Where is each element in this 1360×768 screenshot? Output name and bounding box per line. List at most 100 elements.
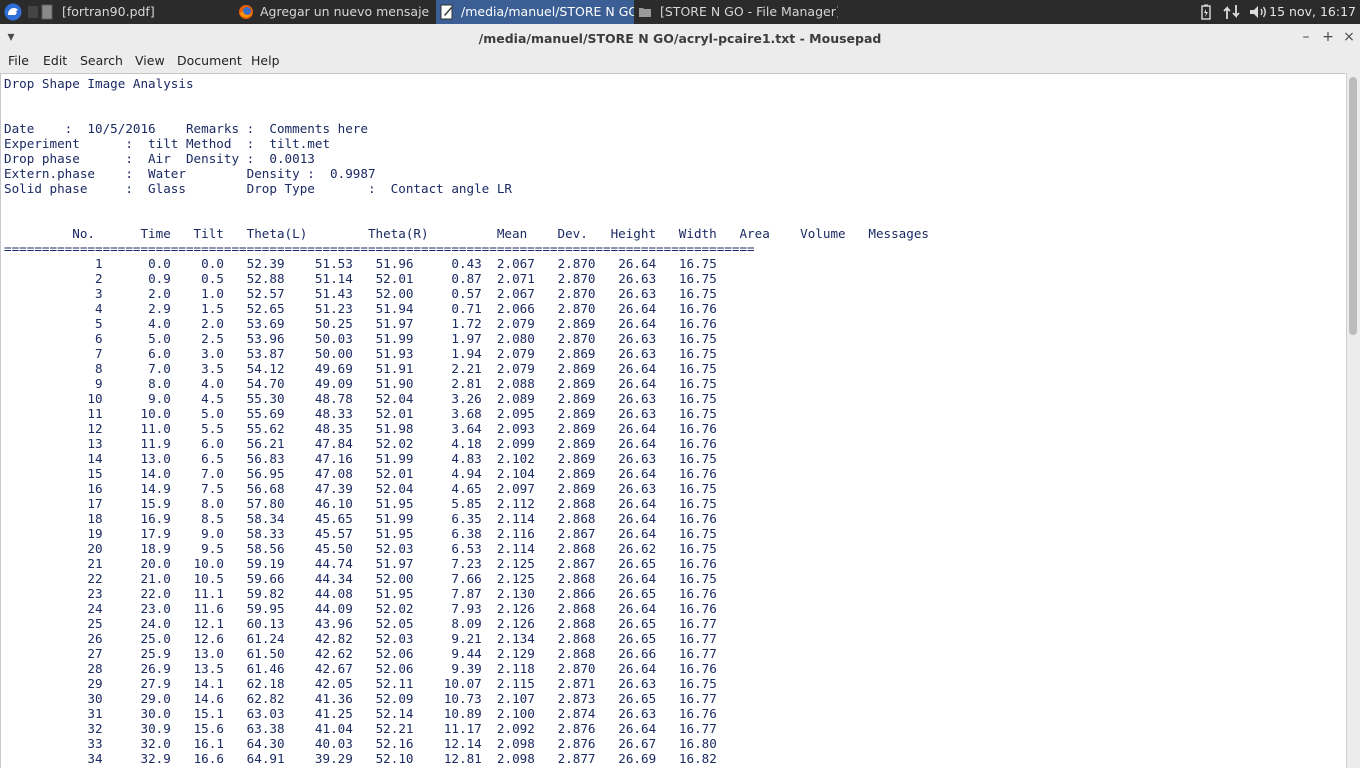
task-file-manager[interactable]: [STORE N GO - File Manager]: [638, 0, 838, 24]
table-cell: 4.0: [170, 376, 224, 391]
table-cell: 51.95: [352, 496, 414, 511]
table-cell: 16.76: [656, 706, 717, 721]
table-cell: 2.869: [534, 421, 596, 436]
table-cell: 52.01: [352, 466, 414, 481]
table-cell: 48.78: [284, 391, 353, 406]
table-row: 29 27.9 14.1 62.18 42.05 52.11 10.07 2.1…: [4, 676, 716, 691]
table-cell: 2.867: [534, 556, 596, 571]
menu-edit[interactable]: Edit: [43, 51, 67, 71]
header-line: No. Time Tilt Theta(L) Theta(R) Mean Dev…: [4, 226, 930, 241]
table-cell: 26.63: [595, 451, 657, 466]
table-cell: 17.9: [102, 526, 171, 541]
table-cell: 45.65: [284, 511, 353, 526]
task-label: [STORE N GO - File Manager]: [660, 4, 838, 19]
table-cell: 2.870: [534, 286, 596, 301]
table-row: 15 14.0 7.0 56.95 47.08 52.01 4.94 2.104…: [4, 466, 717, 481]
maximize-icon[interactable]: +: [1321, 30, 1335, 44]
table-cell: 51.95: [352, 526, 414, 541]
table-cell: 58.33: [223, 526, 285, 541]
table-cell: 3.5: [170, 361, 224, 376]
table-row: 28 26.9 13.5 61.46 42.67 52.06 9.39 2.11…: [4, 661, 716, 676]
menu-help[interactable]: Help: [251, 51, 280, 71]
table-cell: 2.112: [481, 496, 535, 511]
text-editor-area[interactable]: Drop Shape Image Analysis Date : 10/5/20…: [0, 73, 1346, 768]
task-mousepad[interactable]: /media/manuel/STORE N GO...: [436, 0, 634, 24]
table-cell: 39.29: [284, 751, 353, 766]
menu-file[interactable]: File: [8, 51, 29, 71]
table-cell: 2.118: [481, 661, 535, 676]
table-cell: 52.10: [352, 751, 414, 766]
table-cell: 2.115: [481, 676, 535, 691]
table-cell: 10.07: [413, 676, 482, 691]
table-cell: 53.96: [223, 331, 285, 346]
table-cell: 11.1: [170, 586, 224, 601]
table-cell: 16.75: [656, 256, 717, 271]
table-cell: 16.75: [656, 496, 717, 511]
menu-search[interactable]: Search: [80, 51, 123, 71]
table-cell: 2.868: [534, 601, 596, 616]
table-cell: 41.04: [284, 721, 353, 736]
scrollbar-thumb[interactable]: [1349, 77, 1357, 335]
table-cell: 1.94: [413, 346, 482, 361]
clock[interactable]: 15 nov, 16:17: [1269, 0, 1356, 24]
table-cell: 4.5: [170, 391, 224, 406]
table-cell: 51.43: [284, 286, 353, 301]
table-cell: 34: [4, 751, 103, 766]
network-icon[interactable]: [1222, 4, 1242, 20]
table-cell: 13.5: [170, 661, 224, 676]
vertical-scrollbar[interactable]: [1346, 73, 1360, 768]
table-cell: 3.64: [413, 421, 482, 436]
table-cell: 26.63: [595, 346, 657, 361]
table-cell: 52.21: [352, 721, 414, 736]
table-cell: 2.079: [481, 316, 535, 331]
table-cell: 26.64: [595, 661, 657, 676]
battery-icon[interactable]: [1200, 4, 1212, 20]
table-cell: 52.06: [352, 646, 414, 661]
table-cell: 51.95: [352, 586, 414, 601]
table-cell: 2.868: [534, 541, 596, 556]
table-cell: 16.76: [656, 466, 717, 481]
table-cell: 8: [4, 361, 103, 376]
table-cell: 2.869: [534, 391, 596, 406]
table-cell: 33: [4, 736, 103, 751]
table-cell: 4.83: [413, 451, 482, 466]
volume-icon[interactable]: [1248, 4, 1270, 20]
table-cell: 32: [4, 721, 103, 736]
task-fortran90-pdf[interactable]: [fortran90.pdf]: [40, 0, 230, 24]
minimize-icon[interactable]: –: [1299, 30, 1313, 44]
close-icon[interactable]: ×: [1342, 30, 1356, 44]
table-cell: 2.868: [534, 511, 596, 526]
table-cell: 16.76: [656, 556, 717, 571]
table-cell: 3.0: [170, 346, 224, 361]
table-cell: 7.5: [170, 481, 224, 496]
table-cell: 2.104: [481, 466, 535, 481]
table-cell: 14.9: [102, 481, 171, 496]
table-cell: 3.68: [413, 406, 482, 421]
table-cell: 52.16: [352, 736, 414, 751]
table-cell: 14: [4, 451, 103, 466]
table-row: 25 24.0 12.1 60.13 43.96 52.05 8.09 2.12…: [4, 616, 716, 631]
table-cell: 18.9: [102, 541, 171, 556]
whisker-menu-icon[interactable]: [4, 3, 22, 21]
table-cell: 2.134: [481, 631, 535, 646]
table-cell: 2.870: [534, 301, 596, 316]
desktop-pager-icon[interactable]: [28, 6, 38, 18]
table-cell: 40.03: [284, 736, 353, 751]
menu-document[interactable]: Document: [177, 51, 242, 71]
table-cell: 26.64: [595, 301, 657, 316]
table-row: 4 2.9 1.5 52.65 51.23 51.94 0.71 2.066 2…: [4, 301, 717, 316]
table-cell: 16.75: [656, 571, 717, 586]
table-row: 5 4.0 2.0 53.69 50.25 51.97 1.72 2.079 2…: [4, 316, 717, 331]
table-cell: 26.65: [595, 631, 657, 646]
table-cell: 27.9: [102, 676, 171, 691]
table-cell: 4.18: [413, 436, 482, 451]
table-cell: 0.9: [102, 271, 171, 286]
window-titlebar[interactable]: ▾ /media/manuel/STORE N GO/acryl-pcaire1…: [0, 24, 1360, 51]
table-row: 22 21.0 10.5 59.66 44.34 52.00 7.66 2.12…: [4, 571, 717, 586]
table-cell: 52.02: [352, 436, 414, 451]
menu-view[interactable]: View: [135, 51, 165, 71]
table-cell: 52.04: [352, 481, 414, 496]
table-cell: 23.0: [102, 601, 171, 616]
table-cell: 2.098: [481, 751, 535, 766]
task-firefox[interactable]: Agregar un nuevo mensaje ...: [238, 0, 433, 24]
